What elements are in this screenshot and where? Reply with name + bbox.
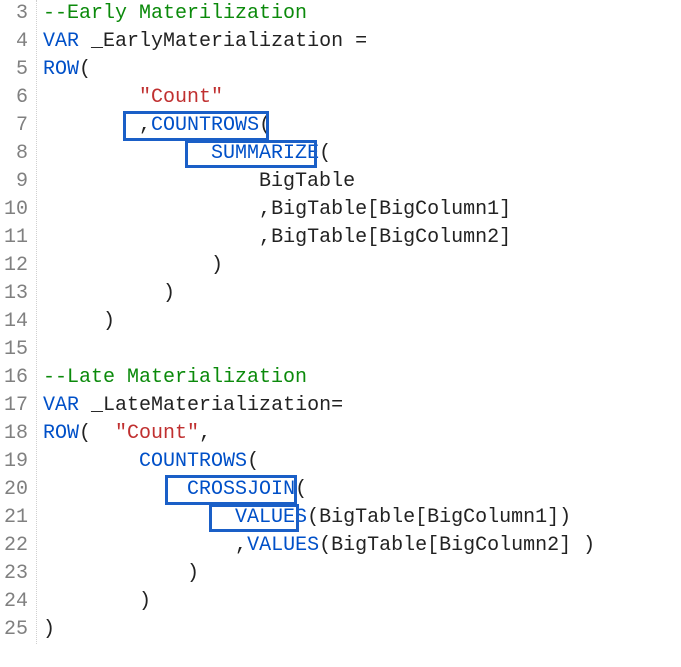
line-number: 3	[4, 0, 28, 28]
identifier-token: _EarlyMaterialization =	[79, 30, 367, 53]
string-token: "Count"	[115, 422, 199, 445]
line-number: 22	[4, 532, 28, 560]
line-number: 20	[4, 476, 28, 504]
string-token: "Count"	[139, 86, 223, 109]
line-number: 11	[4, 224, 28, 252]
punct-token: ,	[43, 198, 271, 221]
code-line[interactable]: ROW(	[43, 56, 595, 84]
code-line[interactable]: )	[43, 280, 595, 308]
line-number: 8	[4, 140, 28, 168]
punct-token: (	[79, 422, 115, 445]
identifier-token: BigTable	[43, 170, 355, 193]
punct-token: )	[571, 534, 595, 557]
code-line[interactable]: )	[43, 252, 595, 280]
indent	[43, 142, 211, 165]
code-line[interactable]: )	[43, 616, 595, 644]
function-token: COUNTROWS	[151, 114, 259, 137]
column-ref-token: BigTable[BigColumn2]	[271, 226, 511, 249]
line-number: 14	[4, 308, 28, 336]
line-number: 23	[4, 560, 28, 588]
indent	[43, 478, 187, 501]
punct-token: )	[559, 506, 571, 529]
identifier-token: _LateMaterialization=	[79, 394, 343, 417]
column-ref-token: BigTable[BigColumn1]	[319, 506, 559, 529]
line-number: 16	[4, 364, 28, 392]
punct-token: ,	[199, 422, 211, 445]
code-area[interactable]: --Early Materilization VAR _EarlyMateria…	[37, 0, 595, 644]
indent	[43, 450, 139, 473]
line-number: 9	[4, 168, 28, 196]
line-number: 4	[4, 28, 28, 56]
keyword-token: VAR	[43, 30, 79, 53]
line-number: 6	[4, 84, 28, 112]
code-line[interactable]: ,BigTable[BigColumn1]	[43, 196, 595, 224]
punct-token: )	[43, 310, 115, 333]
keyword-token: ROW	[43, 58, 79, 81]
punct-token: (	[307, 506, 319, 529]
function-token: VALUES	[235, 506, 307, 529]
code-line[interactable]: SUMMARIZE(	[43, 140, 595, 168]
function-token: CROSSJOIN	[187, 478, 295, 501]
punct-token: (	[319, 534, 331, 557]
function-token: VALUES	[247, 534, 319, 557]
code-line[interactable]: --Early Materilization	[43, 0, 595, 28]
line-number: 15	[4, 336, 28, 364]
keyword-token: VAR	[43, 394, 79, 417]
comment-token: --Early Materilization	[43, 2, 307, 25]
code-line[interactable]: "Count"	[43, 84, 595, 112]
punct-token: (	[247, 450, 259, 473]
code-line[interactable]	[43, 336, 595, 364]
punct-token: (	[295, 478, 307, 501]
code-line[interactable]: ROW( "Count",	[43, 420, 595, 448]
comment-token: --Late Materialization	[43, 366, 307, 389]
line-number: 25	[4, 616, 28, 644]
line-number: 19	[4, 448, 28, 476]
indent	[43, 86, 139, 109]
line-number: 7	[4, 112, 28, 140]
keyword-token: ROW	[43, 422, 79, 445]
line-number: 10	[4, 196, 28, 224]
code-line[interactable]: ,VALUES(BigTable[BigColumn2] )	[43, 532, 595, 560]
code-line[interactable]: )	[43, 308, 595, 336]
punct-token: )	[43, 618, 55, 641]
punct-token: (	[319, 142, 331, 165]
function-token: SUMMARIZE	[211, 142, 319, 165]
line-number: 21	[4, 504, 28, 532]
punct-token: (	[79, 58, 91, 81]
code-line[interactable]: COUNTROWS(	[43, 448, 595, 476]
line-number: 18	[4, 420, 28, 448]
indent	[43, 506, 235, 529]
code-line[interactable]: )	[43, 588, 595, 616]
punct-token: (	[259, 114, 271, 137]
line-number: 5	[4, 56, 28, 84]
code-line[interactable]: VALUES(BigTable[BigColumn1])	[43, 504, 595, 532]
code-line[interactable]: ,BigTable[BigColumn2]	[43, 224, 595, 252]
line-number: 12	[4, 252, 28, 280]
code-line[interactable]: CROSSJOIN(	[43, 476, 595, 504]
line-number: 13	[4, 280, 28, 308]
punct-token: )	[43, 254, 223, 277]
column-ref-token: BigTable[BigColumn1]	[271, 198, 511, 221]
function-token: COUNTROWS	[139, 450, 247, 473]
punct-token: )	[43, 282, 175, 305]
punct-token: ,	[43, 226, 271, 249]
code-line[interactable]: )	[43, 560, 595, 588]
code-editor: 3 4 5 6 7 8 9 10 11 12 13 14 15 16 17 18…	[0, 0, 681, 644]
line-number: 24	[4, 588, 28, 616]
code-line[interactable]: BigTable	[43, 168, 595, 196]
punct-token: )	[43, 590, 151, 613]
line-number-gutter: 3 4 5 6 7 8 9 10 11 12 13 14 15 16 17 18…	[0, 0, 37, 644]
punct-token: ,	[43, 534, 247, 557]
punct-token: )	[43, 562, 199, 585]
code-line[interactable]: ,COUNTROWS(	[43, 112, 595, 140]
code-line[interactable]: --Late Materialization	[43, 364, 595, 392]
line-number: 17	[4, 392, 28, 420]
code-line[interactable]: VAR _LateMaterialization=	[43, 392, 595, 420]
code-line[interactable]: VAR _EarlyMaterialization =	[43, 28, 595, 56]
punct-token: ,	[43, 114, 151, 137]
column-ref-token: BigTable[BigColumn2]	[331, 534, 571, 557]
